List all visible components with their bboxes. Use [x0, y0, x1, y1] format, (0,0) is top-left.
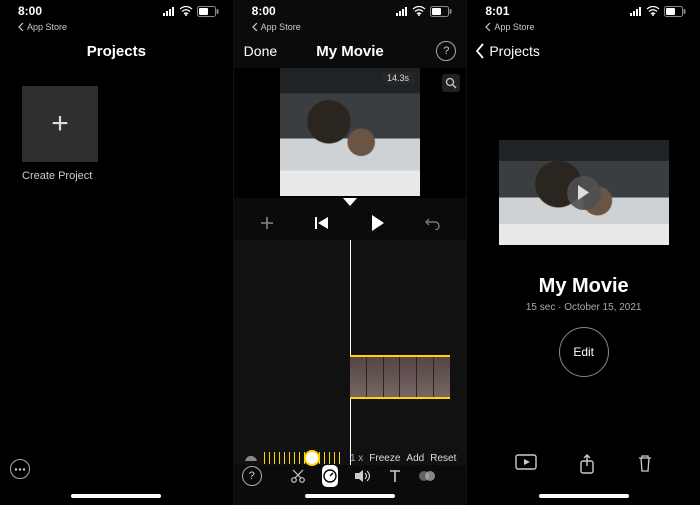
- page-title: Projects: [87, 43, 146, 60]
- magnifier-icon: [445, 77, 457, 89]
- status-time: 8:01: [485, 4, 509, 18]
- text-tool[interactable]: [388, 469, 402, 483]
- status-bar: 8:01: [467, 0, 700, 22]
- signal-icon: [163, 7, 175, 16]
- cut-tool[interactable]: [290, 468, 306, 484]
- playhead-line: [350, 240, 351, 465]
- create-project-tile[interactable]: +: [22, 86, 98, 162]
- header: Projects: [0, 34, 233, 68]
- back-to-app[interactable]: App Store: [234, 22, 467, 34]
- help-button[interactable]: ?: [436, 41, 456, 61]
- back-app-label: App Store: [27, 22, 67, 32]
- chevron-left-icon: [475, 43, 485, 59]
- volume-icon: [354, 469, 372, 483]
- clip-duration-badge: 14.3s: [382, 72, 414, 84]
- home-indicator[interactable]: [305, 494, 395, 498]
- preview-frame: 14.3s: [280, 68, 420, 196]
- wifi-icon: [412, 6, 426, 16]
- volume-tool[interactable]: [354, 469, 372, 483]
- home-indicator[interactable]: [71, 494, 161, 498]
- timeline-clip[interactable]: [350, 355, 450, 399]
- screen-editor: 8:00 App Store Done My Movie ? 14.3s: [233, 0, 467, 505]
- transport-bar: [234, 206, 467, 240]
- header: Done My Movie ?: [234, 34, 467, 68]
- status-bar: 8:00: [0, 0, 233, 22]
- skip-back-icon: [315, 216, 329, 230]
- movie-title: My Movie: [316, 43, 384, 60]
- signal-icon: [396, 7, 408, 16]
- editor-toolbar: ?: [234, 461, 467, 491]
- preview-area[interactable]: 14.3s: [234, 68, 467, 198]
- play-overlay[interactable]: [567, 176, 601, 210]
- play-icon: [371, 215, 385, 231]
- status-time: 8:00: [18, 4, 42, 18]
- add-media-button[interactable]: [247, 215, 287, 231]
- play-fullscreen-button[interactable]: [515, 454, 537, 479]
- zoom-button[interactable]: [442, 74, 460, 92]
- trash-icon: [637, 454, 653, 472]
- playhead-marker: [234, 198, 467, 206]
- speedometer-icon: [322, 468, 338, 484]
- ellipsis-icon: [14, 468, 26, 471]
- back-app-label: App Store: [261, 22, 301, 32]
- skip-start-button[interactable]: [302, 216, 342, 230]
- scissors-icon: [290, 468, 306, 484]
- speed-tool[interactable]: [322, 465, 338, 487]
- back-button[interactable]: Projects: [475, 43, 540, 59]
- plus-icon: [259, 215, 275, 231]
- movie-title: My Movie: [467, 275, 700, 298]
- plus-icon: +: [51, 107, 69, 141]
- back-to-app[interactable]: App Store: [0, 22, 233, 34]
- screen-detail: 8:01 App Store Projects My Movie 15 sec …: [466, 0, 700, 505]
- back-app-label: App Store: [494, 22, 534, 32]
- movie-meta: 15 sec · October 15, 2021: [467, 302, 700, 313]
- more-menu-button[interactable]: [10, 459, 30, 479]
- header: Projects: [467, 34, 700, 68]
- play-rect-icon: [515, 454, 537, 470]
- play-icon: [577, 185, 590, 200]
- delete-button[interactable]: [637, 454, 653, 479]
- battery-icon: [197, 6, 219, 17]
- edit-label: Edit: [573, 345, 594, 359]
- play-button[interactable]: [358, 215, 398, 231]
- caret-left-icon: [252, 23, 258, 31]
- text-icon: [388, 469, 402, 483]
- screen-projects: 8:00 App Store Projects + Create Project: [0, 0, 233, 505]
- status-right: [630, 6, 686, 17]
- signal-icon: [630, 7, 642, 16]
- share-button[interactable]: [579, 454, 595, 479]
- caret-left-icon: [485, 23, 491, 31]
- wifi-icon: [646, 6, 660, 16]
- undo-icon: [425, 216, 441, 230]
- battery-icon: [664, 6, 686, 17]
- bottom-actions: [467, 454, 700, 479]
- status-right: [163, 6, 219, 17]
- filters-tool[interactable]: [418, 469, 436, 483]
- back-to-app[interactable]: App Store: [467, 22, 700, 34]
- movie-thumbnail[interactable]: [499, 140, 669, 245]
- wifi-icon: [179, 6, 193, 16]
- home-indicator[interactable]: [539, 494, 629, 498]
- back-label: Projects: [489, 43, 540, 59]
- overlap-circles-icon: [418, 469, 436, 483]
- create-project-label: Create Project: [22, 170, 233, 182]
- battery-icon: [430, 6, 452, 17]
- help-button-bottom[interactable]: ?: [242, 466, 262, 486]
- edit-button[interactable]: Edit: [559, 327, 609, 377]
- share-icon: [579, 454, 595, 474]
- done-button[interactable]: Done: [244, 43, 277, 59]
- status-time: 8:00: [252, 4, 276, 18]
- status-bar: 8:00: [234, 0, 467, 22]
- caret-left-icon: [18, 23, 24, 31]
- status-right: [396, 6, 452, 17]
- undo-button[interactable]: [413, 216, 453, 230]
- timeline[interactable]: [234, 240, 467, 465]
